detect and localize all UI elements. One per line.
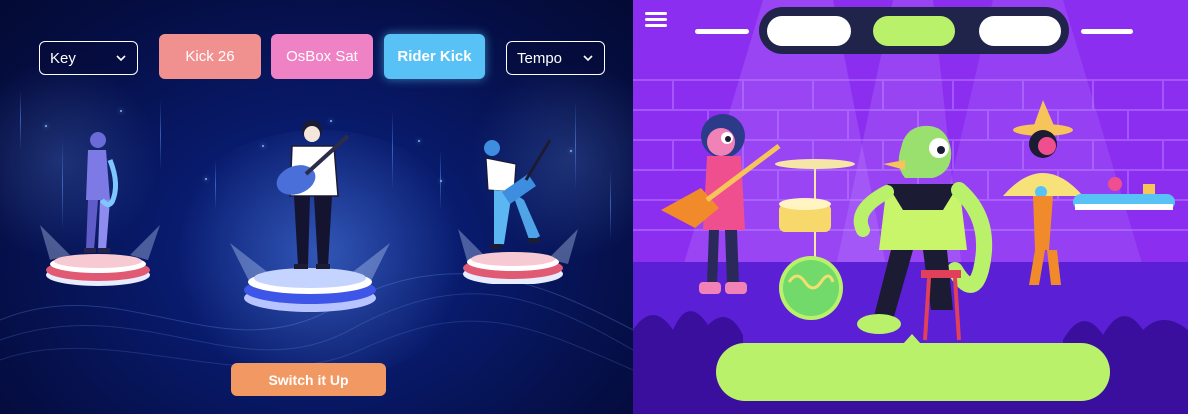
saxophone-player[interactable] — [40, 130, 160, 290]
kick-26-label: Kick 26 — [185, 48, 235, 65]
sparkle — [120, 110, 122, 112]
light-streak — [392, 110, 393, 190]
rider-kick-label: Rider Kick — [397, 48, 472, 65]
light-streak — [160, 100, 161, 170]
tab-2[interactable] — [873, 16, 955, 46]
tab-3[interactable] — [979, 16, 1061, 46]
sparkle — [205, 178, 207, 180]
light-streak — [20, 90, 21, 150]
tab-1[interactable] — [767, 16, 851, 46]
music-stage-panel: Key Kick 26 OsBox Sat Rider Kick Tempo S… — [0, 0, 633, 414]
switch-it-up-button[interactable]: Switch it Up — [231, 363, 386, 396]
rider-kick-button[interactable]: Rider Kick — [384, 34, 485, 79]
tempo-select-value: Tempo — [517, 49, 563, 67]
key-select-value: Key — [50, 49, 76, 67]
kick-26-button[interactable]: Kick 26 — [159, 34, 261, 79]
top-tab-bar — [759, 7, 1069, 54]
chevron-down-icon — [583, 55, 593, 62]
chevron-down-icon — [116, 55, 126, 62]
speech-bubble — [716, 343, 1110, 401]
light-streak — [215, 160, 216, 210]
top-left-indicator — [695, 29, 749, 34]
menu-icon[interactable] — [645, 12, 667, 28]
osbox-sat-label: OsBox Sat — [286, 48, 358, 65]
sparkle — [418, 140, 420, 142]
tempo-select[interactable]: Tempo — [506, 41, 605, 75]
band-scene-panel — [633, 0, 1188, 414]
osbox-sat-button[interactable]: OsBox Sat — [271, 34, 373, 79]
switch-it-up-label: Switch it Up — [268, 371, 349, 388]
sparkle — [45, 125, 47, 127]
top-right-indicator — [1081, 29, 1133, 34]
acoustic-guitar-player[interactable] — [230, 118, 390, 318]
electric-guitar-player[interactable] — [458, 134, 578, 284]
sparkle — [440, 180, 442, 182]
guitarist-character[interactable] — [661, 110, 781, 300]
key-select[interactable]: Key — [39, 41, 138, 75]
keyboardist-character[interactable] — [1003, 100, 1183, 290]
